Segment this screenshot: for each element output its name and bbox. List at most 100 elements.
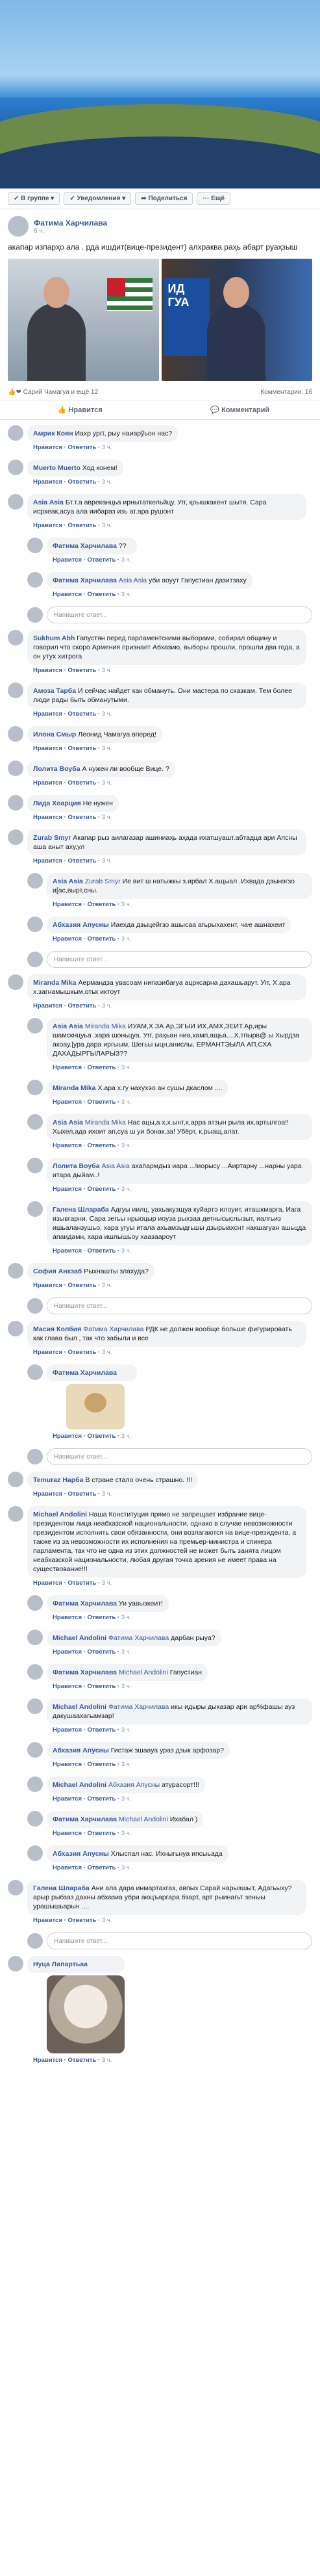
mention[interactable]: Asia Asia [119,577,147,584]
like-link[interactable]: Нравится [53,1864,82,1871]
comment-time[interactable]: 3 ч. [121,1648,132,1656]
like-link[interactable]: Нравится [53,1683,82,1690]
like-link[interactable]: Нравится [33,1490,62,1498]
comment-time[interactable]: 3 ч. [102,779,112,787]
comment-time[interactable]: 3 ч. [121,1433,132,1440]
reply-link[interactable]: Ответить [68,478,96,486]
commenter-name[interactable]: Фатима Харчилава [53,577,117,584]
like-link[interactable]: Нравится [53,1726,82,1734]
comment-time[interactable]: 3 ч. [121,1142,132,1149]
mention[interactable]: Абхазия Апусны [108,1781,160,1789]
like-link[interactable]: Нравится [53,935,82,943]
comment-time[interactable]: 3 ч. [102,814,112,821]
more-button[interactable]: ··· Ещё [197,192,230,205]
reply-link[interactable]: Ответить [68,745,96,752]
commenter-name[interactable]: Илона Смыр [33,731,76,738]
comment-time[interactable]: 3 ч. [102,1002,112,1009]
mention[interactable]: Asia Asia [102,1162,130,1170]
mention[interactable]: Michael Andolini [119,1815,168,1823]
comment-time[interactable]: 3 ч. [121,1864,132,1871]
like-link[interactable]: Нравится [53,1247,82,1255]
like-link[interactable]: Нравится [53,1186,82,1193]
like-link[interactable]: Нравится [33,1002,62,1009]
commenter-avatar[interactable] [27,572,43,588]
reply-input[interactable]: Напишите ответ... [47,951,312,968]
commenter-avatar[interactable] [8,425,23,441]
commenter-avatar[interactable] [27,1114,43,1130]
comment-time[interactable]: 3 ч. [102,667,112,674]
mention[interactable]: Zurab Smyr [85,878,121,885]
commenter-avatar[interactable] [27,1664,43,1680]
commenter-avatar[interactable] [27,917,43,932]
commenter-avatar[interactable] [8,460,23,475]
comment-time[interactable]: 3 ч. [121,1186,132,1193]
commenter-avatar[interactable] [8,974,23,990]
like-link[interactable]: Нравится [33,2057,62,2064]
comment-time[interactable]: 3 ч. [102,1490,112,1498]
like-link[interactable]: Нравится [53,1761,82,1768]
like-link[interactable]: Нравится [33,710,62,718]
mention[interactable]: Miranda Mika [85,1119,126,1126]
commenter-name[interactable]: Miranda Mika [53,1084,96,1092]
reply-link[interactable]: Ответить [68,1282,96,1289]
reply-link[interactable]: Ответить [87,1683,116,1690]
like-link[interactable]: Нравится [33,478,62,486]
comment-time[interactable]: 3 ч. [102,478,112,486]
mention[interactable]: Miranda Mika [85,1022,126,1030]
reply-link[interactable]: Ответить [87,1433,116,1440]
commenter-name[interactable]: Лолита Воуба [53,1162,100,1170]
commenter-avatar[interactable] [8,1506,23,1522]
like-link[interactable]: Нравится [33,1282,62,1289]
comment-time[interactable]: 3 ч. [102,522,112,529]
comment-time[interactable]: 3 ч. [102,857,112,865]
reply-input[interactable]: Напишите ответ... [47,606,312,623]
post-photo-2[interactable]: ИД ГУА [161,259,312,381]
commenter-name[interactable]: Галена Шлараба [53,1206,109,1214]
reply-input[interactable]: Напишите ответ... [47,1448,312,1465]
comment-time[interactable]: 3 ч. [121,1614,132,1621]
commenter-name[interactable]: Asia Asia [33,499,64,506]
commenter-avatar[interactable] [8,630,23,645]
reply-link[interactable]: Ответить [87,1142,116,1149]
share-button[interactable]: ➦ Поделиться [135,192,193,205]
commenter-name[interactable]: Asia Asia [53,1022,83,1030]
commenter-name[interactable]: Zurab Smyr [33,834,71,842]
like-link[interactable]: Нравится [53,556,82,564]
commenter-avatar[interactable] [8,1263,23,1279]
comment-time[interactable]: 3 ч. [102,2057,112,2064]
commenter-name[interactable]: Фатима Харчилава [53,1815,117,1823]
in-group-button[interactable]: ✓ В группе ▾ [8,192,60,205]
commenter-name[interactable]: Asia Asia [53,1119,83,1126]
commenter-avatar[interactable] [27,538,43,553]
reply-link[interactable]: Ответить [87,556,116,564]
comment-time[interactable]: 3 ч. [102,1282,112,1289]
like-link[interactable]: Нравится [33,1349,62,1356]
commenter-name[interactable]: Абхазия Апусны [53,1747,109,1754]
reply-link[interactable]: Ответить [68,1490,96,1498]
commenter-name[interactable]: Temuraz Нарба [33,1476,83,1484]
reply-link[interactable]: Ответить [87,1761,116,1768]
mention[interactable]: Фатима Харчилава [108,1703,169,1711]
commenter-name[interactable]: Мuerto Muerto [33,464,80,472]
reply-link[interactable]: Ответить [87,1864,116,1871]
commenter-avatar[interactable] [27,1698,43,1714]
reply-link[interactable]: Ответить [68,2057,96,2064]
like-link[interactable]: Нравится [53,1099,82,1106]
commenter-avatar[interactable] [27,1811,43,1827]
like-link[interactable]: Нравится [33,745,62,752]
commenter-name[interactable]: Michael Andolini [53,1703,106,1711]
commenter-avatar[interactable] [27,1845,43,1861]
commenter-avatar[interactable] [8,761,23,776]
reply-link[interactable]: Ответить [68,1917,96,1924]
like-link[interactable]: Нравится [33,444,62,451]
reactions-summary[interactable]: 👍❤ Сарий Чамагуа и ещё 12 [8,389,98,396]
comment-time[interactable]: 3 ч. [121,1761,132,1768]
reply-link[interactable]: Ответить [68,1580,96,1587]
comment-button[interactable]: 💬 Комментарий [160,400,320,419]
commenter-avatar[interactable] [8,795,23,811]
comment-time[interactable]: 3 ч. [102,1917,112,1924]
reply-link[interactable]: Ответить [68,814,96,821]
reply-link[interactable]: Ответить [87,1614,116,1621]
comment-time[interactable]: 3 ч. [121,591,132,598]
commenter-name[interactable]: Sukhum Abh [33,634,75,642]
